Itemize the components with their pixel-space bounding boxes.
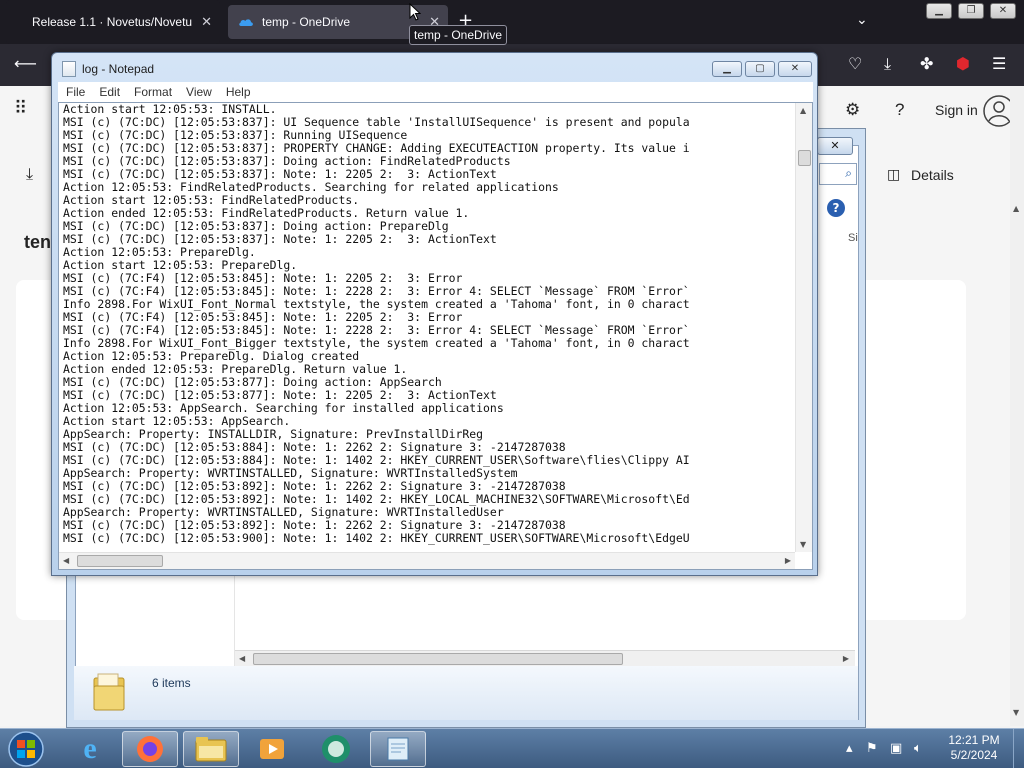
firefox-icon (137, 736, 163, 762)
chat-app-icon (322, 735, 350, 763)
network-icon[interactable]: ▣ (890, 741, 902, 756)
scroll-up-icon[interactable]: ▲ (1013, 204, 1019, 213)
avatar-icon[interactable] (982, 94, 1010, 128)
pocket-icon[interactable]: ♡ (848, 54, 862, 73)
taskbar: e ▴ ⚑ ▣ 🔈︎ 12:21 PM 5/2/2024 (0, 728, 1024, 768)
vertical-scrollbar[interactable]: ▲ ▼ (795, 103, 812, 552)
browser-tabbar: Release 1.1 · Novetus/Novetus_ ✕ temp - … (0, 0, 1024, 44)
ublock-icon[interactable]: ⬢ (956, 54, 970, 73)
items-count: 6 items (152, 676, 191, 690)
close-window-button[interactable]: ✕ (990, 3, 1016, 19)
onedrive-cloud-icon (239, 19, 253, 26)
scroll-left-icon[interactable]: ◀ (63, 556, 69, 565)
scroll-up-icon[interactable]: ▲ (800, 106, 806, 115)
search-icon[interactable]: ⌕ (845, 166, 852, 181)
taskbar-media-player[interactable] (244, 731, 300, 767)
app-launcher-icon[interactable]: ⠿ (14, 98, 27, 119)
show-hidden-icons[interactable]: ▴ (846, 741, 853, 756)
explorer-help-icon[interactable]: ? (827, 199, 845, 217)
notepad-app-icon (387, 737, 409, 761)
text-editor[interactable]: Action start 12:05:53: INSTALL. MSI (c) (… (58, 102, 813, 570)
details-button[interactable]: Details (911, 167, 954, 183)
tab-tooltip: temp - OneDrive (409, 25, 508, 45)
app-menu-icon[interactable]: ☰ (992, 54, 1006, 73)
notepad-icon (62, 61, 76, 77)
start-button-icon[interactable] (4, 730, 48, 768)
menu-edit[interactable]: Edit (99, 85, 120, 99)
page-scrollbar[interactable]: ▲ ▼ (1010, 86, 1024, 726)
tab-close-icon[interactable]: ✕ (201, 14, 212, 30)
extensions-icon[interactable]: ✤ (920, 54, 933, 73)
taskbar-notepad[interactable] (370, 731, 426, 767)
menu-view[interactable]: View (186, 85, 212, 99)
internet-explorer-icon: e (83, 732, 97, 765)
vscroll-thumb[interactable] (798, 150, 811, 166)
menu-bar: File Edit Format View Help (58, 82, 813, 102)
taskbar-firefox[interactable] (122, 731, 178, 767)
taskbar-explorer[interactable] (183, 731, 239, 767)
details-icon[interactable]: ◫ (887, 166, 900, 183)
menu-help[interactable]: Help (226, 85, 251, 99)
volume-muted-icon[interactable]: 🔈︎ (914, 741, 922, 756)
close-button[interactable]: ✕ (778, 61, 812, 77)
back-arrow-icon[interactable]: ⟵ (14, 54, 37, 73)
horizontal-scrollbar[interactable]: ◀ ▶ (59, 552, 795, 569)
tab-release[interactable]: Release 1.1 · Novetus/Novetus_ ✕ (6, 0, 220, 44)
column-header-size: Si (848, 232, 858, 244)
scroll-right-icon[interactable]: ▶ (785, 556, 791, 565)
sign-in-link[interactable]: Sign in (935, 102, 978, 118)
scroll-left-icon[interactable]: ◀ (239, 654, 245, 663)
clock[interactable]: 12:21 PM 5/2/2024 (938, 733, 1010, 763)
list-all-tabs-button[interactable]: ⌄ (856, 12, 868, 28)
minimize-button[interactable]: ▁ (926, 3, 952, 19)
explorer-hscroll-thumb[interactable] (253, 653, 623, 665)
action-center-flag-icon[interactable]: ⚑ (866, 741, 878, 756)
downloads-icon[interactable]: ⤓ (884, 54, 891, 74)
taskbar-ie[interactable]: e (62, 731, 118, 767)
hscroll-thumb[interactable] (77, 555, 163, 567)
taskbar-app[interactable] (308, 731, 364, 767)
notepad-window: log - Notepad ▁ ▢ ✕ File Edit Format Vie… (51, 52, 818, 576)
scroll-right-icon[interactable]: ▶ (843, 654, 849, 663)
explorer-close-button[interactable]: ✕ (817, 137, 853, 155)
log-text[interactable]: Action start 12:05:53: INSTALL. MSI (c) (… (63, 103, 793, 549)
download-icon[interactable]: ⤓ (26, 166, 33, 184)
menu-format[interactable]: Format (134, 85, 172, 99)
media-player-icon (260, 739, 284, 759)
folder-icon (93, 673, 125, 711)
menu-file[interactable]: File (66, 85, 85, 99)
page-title: ten (24, 232, 51, 252)
mouse-cursor-icon (409, 3, 421, 21)
settings-gear-icon[interactable]: ⚙ (845, 100, 860, 120)
explorer-folder-icon (195, 737, 227, 762)
maximize-button[interactable]: ▢ (745, 61, 775, 77)
tab-label: temp - OneDrive (262, 15, 351, 29)
clock-time: 12:21 PM (948, 733, 1000, 747)
log-line: MSI (c) (7C:DC) [12:05:53:900]: Note: 1:… (63, 531, 690, 545)
clock-date: 5/2/2024 (950, 748, 998, 762)
help-icon[interactable]: ? (895, 100, 904, 120)
minimize-button[interactable]: ▁ (712, 61, 742, 77)
show-desktop-button[interactable] (1013, 729, 1024, 768)
explorer-horizontal-scrollbar[interactable]: ◀ ▶ (235, 650, 855, 667)
explorer-status-bar: 6 items (74, 666, 858, 720)
scroll-down-icon[interactable]: ▼ (800, 540, 806, 549)
explorer-search-box[interactable]: ⌕ (819, 163, 857, 185)
restore-button[interactable]: ❐ (958, 3, 984, 19)
window-title: log - Notepad (82, 62, 155, 76)
tab-label: Release 1.1 · Novetus/Novetus_ (32, 15, 192, 29)
scroll-down-icon[interactable]: ▼ (1013, 708, 1019, 717)
